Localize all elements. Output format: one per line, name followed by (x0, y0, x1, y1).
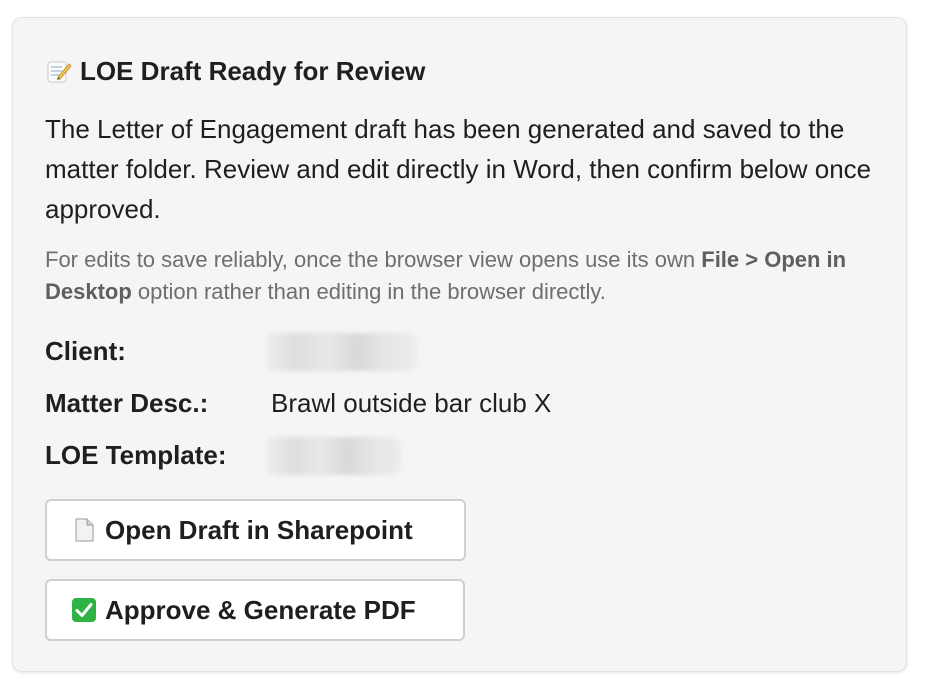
document-icon (75, 518, 94, 542)
open-draft-button[interactable]: Open Draft in Sharepoint (45, 499, 466, 561)
client-label: Client: (45, 336, 126, 366)
loe-review-card: LOE Draft Ready for Review The Letter of… (12, 17, 907, 672)
template-value-redacted (267, 437, 401, 475)
approve-label: Approve & Generate PDF (105, 595, 416, 625)
check-mark-icon (72, 598, 96, 622)
note-text-2: option rather than editing in the browse… (131, 279, 606, 304)
note-text-1: For edits to save reliably, once the bro… (45, 247, 702, 272)
card-title: LOE Draft Ready for Review (46, 54, 425, 88)
approve-generate-pdf-button[interactable]: Approve & Generate PDF (45, 579, 465, 641)
intro-text: The Letter of Engagement draft has been … (45, 114, 872, 224)
matter-value: Brawl outside bar club X (271, 388, 552, 418)
card-title-text: LOE Draft Ready for Review (80, 56, 426, 86)
open-draft-label: Open Draft in Sharepoint (105, 515, 413, 545)
edit-instructions: For edits to save reliably, once the bro… (45, 244, 890, 308)
template-label: LOE Template: (45, 440, 227, 470)
client-value-redacted (267, 333, 417, 371)
memo-icon (47, 61, 72, 83)
matter-label: Matter Desc.: (45, 388, 209, 418)
